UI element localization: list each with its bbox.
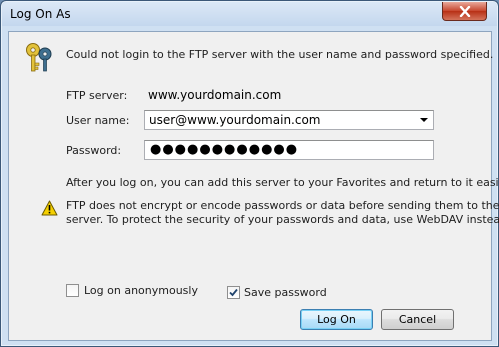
- chevron-down-icon[interactable]: [420, 118, 428, 122]
- save-password-checkbox[interactable]: [227, 286, 240, 299]
- server-label: FTP server:: [66, 89, 128, 102]
- info-text: After you log on, you can add this serve…: [66, 176, 499, 189]
- save-password-label[interactable]: Save password: [244, 286, 327, 299]
- close-icon: [459, 5, 470, 17]
- username-value: user@www.yourdomain.com: [149, 113, 321, 127]
- warning-line-2: server. To protect the security of your …: [66, 213, 499, 226]
- close-button[interactable]: [442, 2, 487, 21]
- window-title: Log On As: [10, 7, 71, 21]
- title-bar[interactable]: Log On As: [2, 2, 497, 26]
- warning-icon: [41, 200, 58, 216]
- password-field[interactable]: ●●●●●●●●●●●●: [144, 140, 434, 160]
- check-icon: [229, 288, 238, 297]
- cancel-button[interactable]: Cancel: [381, 309, 454, 330]
- username-label: User name:: [66, 114, 130, 127]
- logon-button[interactable]: Log On: [300, 309, 373, 330]
- anonymous-checkbox[interactable]: [66, 284, 79, 297]
- password-mask: ●●●●●●●●●●●●: [150, 142, 299, 157]
- username-combobox[interactable]: user@www.yourdomain.com: [144, 110, 434, 130]
- dialog-window: Log On As Could not login to the FTP ser…: [0, 0, 499, 347]
- dialog-content: Could not login to the FTP server with t…: [8, 31, 499, 341]
- server-value: www.yourdomain.com: [148, 88, 282, 102]
- error-message: Could not login to the FTP server with t…: [66, 48, 494, 61]
- keys-icon: [26, 43, 52, 72]
- anonymous-label[interactable]: Log on anonymously: [84, 284, 198, 297]
- password-label: Password:: [66, 144, 122, 157]
- warning-line-1: FTP does not encrypt or encode passwords…: [66, 199, 499, 212]
